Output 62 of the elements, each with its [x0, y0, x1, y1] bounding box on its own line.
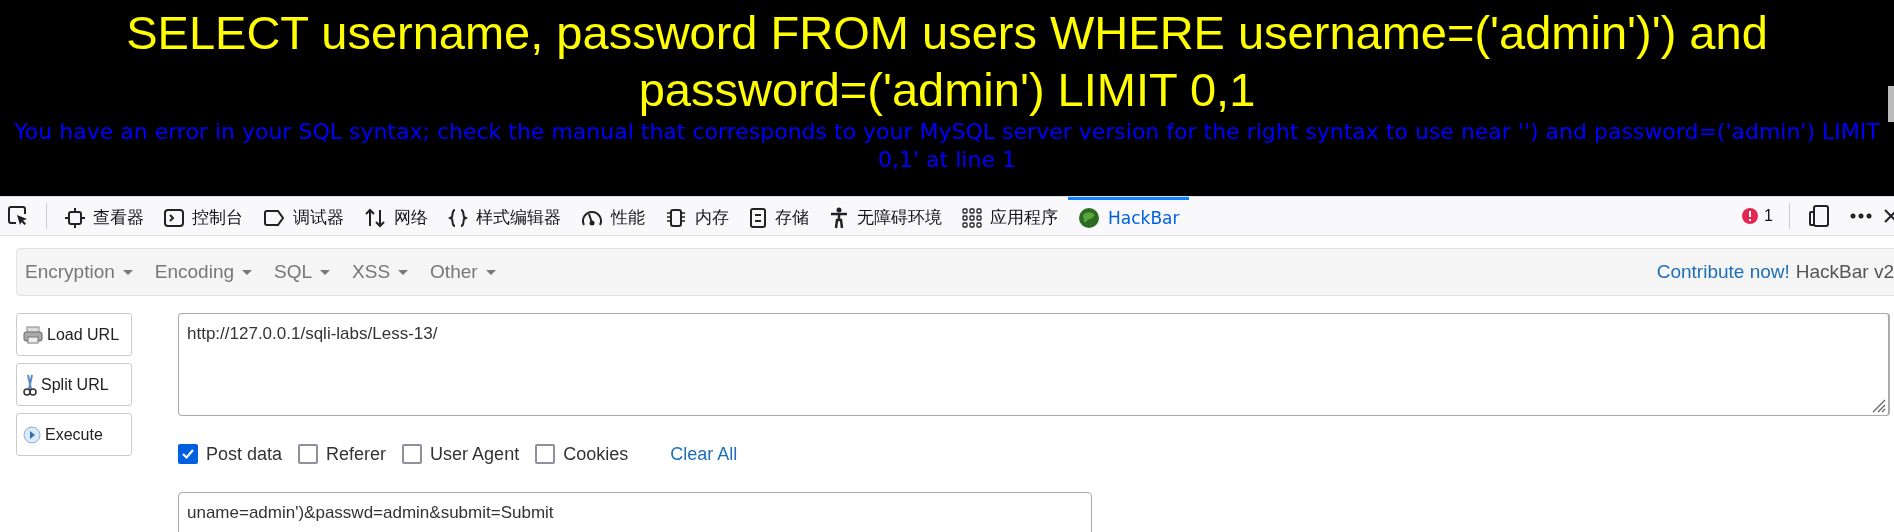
action-button[interactable]: Split URL — [16, 363, 132, 406]
action-button[interactable]: Execute — [16, 413, 132, 456]
resize-grip-icon — [1872, 399, 1886, 413]
devtools-tab[interactable]: 应用程序 — [952, 197, 1068, 235]
option-checkbox[interactable]: Referer — [298, 443, 387, 465]
caret-icon — [122, 269, 133, 275]
clear-all-link[interactable]: Clear All — [670, 443, 738, 465]
contribute-link[interactable]: Contribute now! — [1656, 261, 1790, 283]
person-icon — [829, 206, 849, 229]
checkbox[interactable] — [178, 444, 198, 464]
caret-icon — [242, 269, 252, 275]
sql-query: SELECT username, password FROM users WHERE username=('admin')') and password=('admin') LIMIT 0,1 — [125, 5, 1769, 118]
option-checkbox[interactable]: User Agent — [402, 443, 520, 465]
devtools-tab[interactable]: 调试器 — [253, 197, 354, 235]
menu-dropdown[interactable]: Encoding — [154, 261, 252, 283]
network-icon — [364, 207, 386, 228]
post-data-field[interactable]: uname=admin')&passwd=admin&submit=Submit — [178, 492, 1092, 532]
option-checkbox[interactable]: Post data — [178, 443, 283, 465]
error-icon — [1741, 207, 1760, 225]
checkbox[interactable] — [535, 444, 556, 464]
hackbar-version: HackBar v2 — [1795, 261, 1894, 283]
check-icon — [181, 447, 195, 461]
caret-icon — [485, 269, 496, 275]
picker-icon[interactable] — [7, 205, 29, 227]
error-count[interactable]: 1 — [1741, 207, 1773, 225]
devtools-tab[interactable]: 无障碍环境 — [819, 197, 952, 235]
devtools-tab[interactable]: 控制台 — [154, 197, 253, 235]
responsive-icon[interactable] — [1808, 204, 1830, 228]
console-icon — [164, 207, 184, 228]
url-field[interactable]: http://127.0.0.1/sqli-labs/Less-13/ — [178, 313, 1890, 416]
option-checkbox[interactable]: Cookies — [535, 443, 629, 465]
storage-icon — [749, 207, 767, 228]
devtools-tab[interactable]: 样式编辑器 — [438, 197, 571, 235]
globe-icon — [1078, 206, 1100, 229]
grid-icon — [962, 207, 982, 228]
play-icon — [23, 425, 41, 444]
menu-dropdown[interactable]: SQL — [274, 261, 331, 283]
menu-dropdown[interactable]: Other — [430, 261, 496, 283]
devtools-tab[interactable]: 网络 — [354, 197, 438, 235]
chip-icon — [665, 207, 687, 228]
printer-icon — [23, 325, 43, 344]
devtools-tab[interactable]: 查看器 — [55, 197, 154, 235]
scrollbar-thumb[interactable] — [1888, 86, 1894, 122]
close-icon[interactable] — [1884, 208, 1894, 224]
inspector-icon — [65, 207, 85, 228]
debugger-icon — [263, 207, 285, 228]
menu-dropdown[interactable]: Encryption — [25, 261, 133, 283]
error-count-text: 1 — [1764, 207, 1773, 225]
braces-icon — [448, 207, 468, 228]
error-message: You have an error in your SQL syntax; check the manual that corresponds to your MySQL server version for the right syntax to use near '') and password=('admin') LIMIT 0,1' at line 1 — [13, 118, 1881, 174]
caret-icon — [398, 269, 409, 275]
checkbox[interactable] — [402, 444, 423, 464]
action-button[interactable]: Load URL — [16, 313, 132, 356]
devtools-tab[interactable]: 存储 — [739, 197, 819, 235]
more-icon[interactable] — [1850, 213, 1872, 219]
devtools-tab[interactable]: 内存 — [655, 197, 739, 235]
checkbox[interactable] — [298, 444, 319, 464]
devtools-tab[interactable]: HackBar — [1068, 197, 1190, 235]
devtools-tab[interactable]: 性能 — [571, 197, 655, 235]
scissors-icon — [23, 373, 37, 396]
caret-icon — [320, 269, 331, 275]
menu-dropdown[interactable]: XSS — [352, 261, 409, 283]
